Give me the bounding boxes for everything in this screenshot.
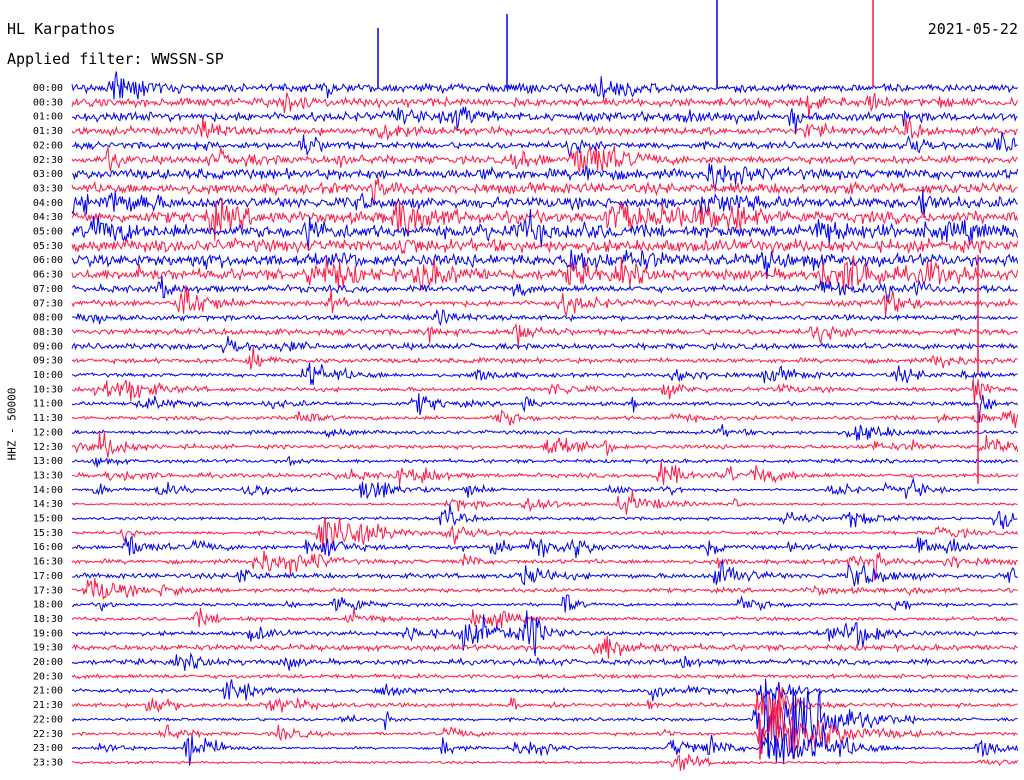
time-tick-label: 16:00: [33, 542, 63, 553]
time-tick-label: 17:00: [33, 571, 63, 582]
time-tick-label: 10:30: [33, 384, 63, 395]
time-tick-label: 08:30: [33, 327, 63, 338]
time-tick-label: 18:30: [33, 614, 63, 625]
time-tick-label: 15:30: [33, 528, 63, 539]
time-tick-label: 07:00: [33, 284, 63, 295]
time-tick-label: 05:30: [33, 241, 63, 252]
time-tick-label: 12:30: [33, 442, 63, 453]
seismogram-traces: [71, 0, 1019, 771]
trace-1230: [71, 432, 1019, 458]
time-tick-label: 03:30: [33, 183, 63, 194]
trace-0730: [71, 285, 1018, 318]
time-tick-label: 03:00: [33, 169, 63, 180]
time-tick-label: 14:30: [33, 499, 63, 510]
time-tick-label: 20:30: [33, 671, 63, 682]
time-tick-label: 04:00: [33, 198, 63, 209]
trace-1030: [71, 378, 1018, 406]
time-axis-labels: 00:00 00:30 01:00 01:30 02:00 02:30 03:00 03:30…: [33, 83, 63, 768]
time-tick-label: 22:00: [33, 714, 63, 725]
trace-0100: [71, 106, 1018, 134]
time-tick-label: 09:30: [33, 356, 63, 367]
trace-0930: [71, 346, 1018, 370]
time-tick-label: 06:30: [33, 270, 63, 281]
time-tick-label: 16:30: [33, 557, 63, 568]
time-tick-label: 08:00: [33, 313, 63, 324]
time-tick-label: 22:30: [33, 729, 63, 740]
time-tick-label: 00:30: [33, 97, 63, 108]
time-tick-label: 14:00: [33, 485, 63, 496]
trace-0400: [71, 189, 1018, 219]
trace-2030: [71, 672, 1018, 680]
trace-1500: [71, 504, 1018, 530]
time-tick-label: 12:00: [33, 427, 63, 438]
time-tick-label: 23:30: [33, 757, 63, 768]
trace-2100: [71, 679, 1018, 703]
trace-1430: [71, 490, 1018, 515]
trace-1000: [71, 362, 1018, 386]
trace-2000: [71, 651, 1018, 671]
trace-0900: [71, 335, 1018, 354]
trace-1730: [71, 577, 1018, 601]
seismogram-plot: 00:00 00:30 01:00 01:30 02:00 02:30 03:00 03:30…: [33, 0, 1019, 771]
time-tick-label: 06:00: [33, 255, 63, 266]
trace-0830: [71, 322, 1019, 347]
trace-0800: [71, 308, 1018, 327]
time-tick-label: 19:30: [33, 643, 63, 654]
time-tick-label: 10:00: [33, 370, 63, 381]
trace-1830: [71, 607, 1018, 629]
time-tick-label: 20:00: [33, 657, 63, 668]
time-tick-label: 07:30: [33, 298, 63, 309]
time-tick-label: 11:00: [33, 399, 63, 410]
trace-0000: [71, 71, 1018, 100]
time-tick-label: 13:30: [33, 470, 63, 481]
trace-0300: [71, 163, 1019, 190]
trace-1130: [71, 409, 1019, 428]
time-tick-label: 00:00: [33, 83, 63, 94]
trace-1400: [71, 477, 1018, 499]
trace-0530: [71, 236, 1019, 255]
trace-2300: [71, 725, 1019, 766]
time-tick-label: 01:30: [33, 126, 63, 137]
trace-2130: [71, 687, 1018, 735]
trace-0030: [71, 92, 1019, 119]
time-tick-label: 11:30: [33, 413, 63, 424]
time-tick-label: 13:00: [33, 456, 63, 467]
time-tick-label: 02:30: [33, 155, 63, 166]
time-tick-label: 21:30: [33, 700, 63, 711]
time-tick-label: 17:30: [33, 585, 63, 596]
trace-0230: [71, 145, 1018, 173]
trace-0200: [71, 131, 1018, 158]
time-tick-label: 19:00: [33, 628, 63, 639]
time-tick-label: 18:00: [33, 600, 63, 611]
trace-1800: [71, 594, 1018, 613]
time-tick-label: 23:00: [33, 743, 63, 754]
trace-1300: [71, 455, 1019, 468]
time-tick-label: 09:00: [33, 341, 63, 352]
time-tick-label: 15:00: [33, 514, 63, 525]
time-tick-label: 21:00: [33, 686, 63, 697]
trace-2330: [71, 753, 1019, 771]
trace-1200: [71, 424, 1018, 441]
trace-1600: [71, 535, 1018, 559]
time-tick-label: 01:00: [33, 112, 63, 123]
trace-1330: [71, 461, 1019, 485]
time-tick-label: 05:00: [33, 227, 63, 238]
time-tick-label: 04:30: [33, 212, 63, 223]
time-tick-label: 02:00: [33, 140, 63, 151]
